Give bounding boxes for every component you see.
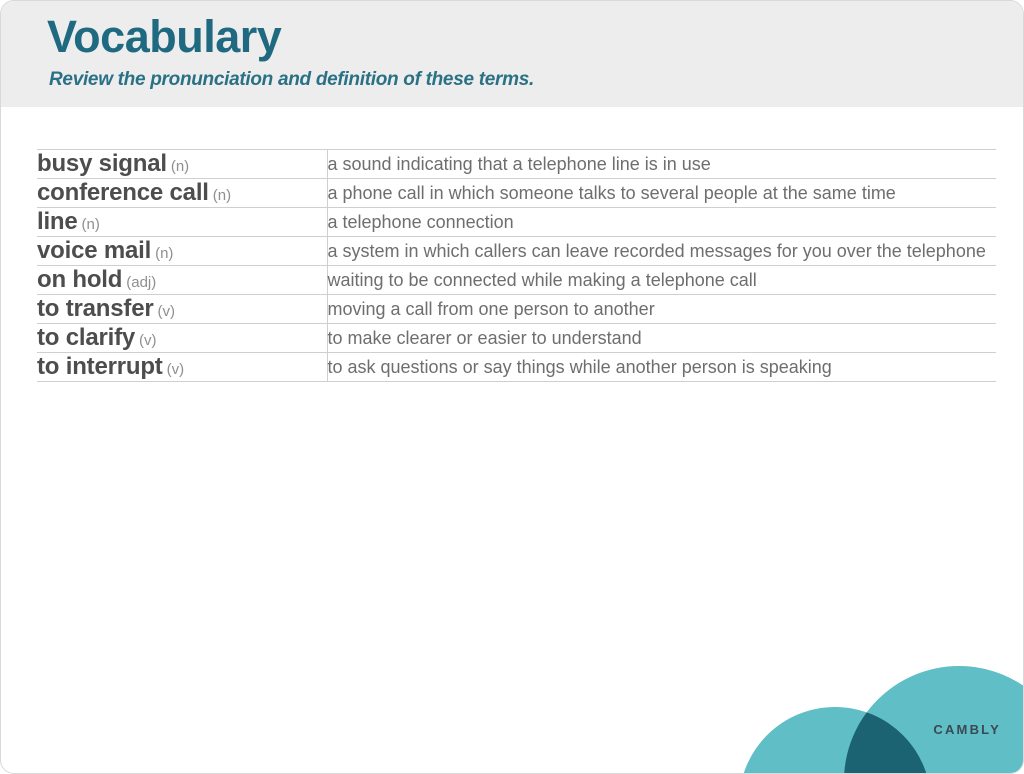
term-part-of-speech: (v) <box>157 303 176 320</box>
table-row: to clarify (v) to make clearer or easier … <box>37 323 996 353</box>
cambly-decoration <box>723 653 1023 773</box>
term-cell: line (n) <box>37 207 328 237</box>
definition-cell: a telephone connection <box>327 208 996 237</box>
term-cell: voice mail (n) <box>37 236 328 266</box>
term-cell: to transfer (v) <box>37 294 328 324</box>
definition-text: a telephone connection <box>327 211 514 232</box>
term-cell: conference call (n) <box>37 178 328 208</box>
definition-text: waiting to be connected while making a t… <box>327 269 757 290</box>
term-word: on hold <box>37 266 123 293</box>
term-part-of-speech: (adj) <box>126 274 157 291</box>
vocabulary-table: busy signal (n) a sound indicating that a… <box>37 149 996 382</box>
term-cell: on hold (adj) <box>37 265 328 295</box>
table-row: line (n) a telephone connection <box>37 207 996 237</box>
term-part-of-speech: (n) <box>170 158 190 175</box>
term-part-of-speech: (n) <box>212 187 232 204</box>
term-word: line <box>37 208 78 235</box>
definition-cell: to ask questions or say things while ano… <box>327 353 996 382</box>
term-part-of-speech: (v) <box>139 332 157 349</box>
cambly-logo-text: CAMBLY <box>933 722 1001 737</box>
definition-text: a sound indicating that a telephone line… <box>327 153 711 174</box>
definition-text: a phone call in which someone talks to s… <box>327 182 896 203</box>
table-row: on hold (adj) waiting to be connected whi… <box>37 265 996 295</box>
vocabulary-slide: Vocabulary Review the pronunciation and … <box>0 0 1024 774</box>
definition-text: moving a call from one person to another <box>327 298 655 319</box>
slide-header: Vocabulary Review the pronunciation and … <box>1 1 1023 107</box>
vocabulary-table-body: busy signal (n) a sound indicating that a… <box>37 149 996 382</box>
definition-cell: a phone call in which someone talks to s… <box>327 179 996 208</box>
term-word: busy signal <box>37 150 167 177</box>
table-row: to transfer (v) moving a call from one pe… <box>37 294 996 324</box>
table-row: voice mail (n) a system in which callers … <box>37 236 996 266</box>
definition-text: to ask questions or say things while ano… <box>327 356 832 377</box>
term-word: conference call <box>37 179 209 206</box>
definition-cell: waiting to be connected while making a t… <box>327 266 996 295</box>
definition-text: a system in which callers can leave reco… <box>327 240 986 261</box>
overlapping-circles-icon <box>743 666 1023 773</box>
definition-text: to make clearer or easier to understand <box>327 327 642 348</box>
term-word: voice mail <box>37 237 152 264</box>
term-word: to clarify <box>37 324 136 351</box>
term-word: to transfer <box>37 295 154 322</box>
term-part-of-speech: (v) <box>166 361 185 378</box>
term-cell: busy signal (n) <box>37 149 328 179</box>
definition-cell: to make clearer or easier to understand <box>327 324 996 353</box>
definition-cell: a sound indicating that a telephone line… <box>327 150 996 179</box>
term-part-of-speech: (n) <box>81 216 100 233</box>
table-row: to interrupt (v) to ask questions or say … <box>37 352 996 382</box>
term-word: to interrupt <box>37 353 163 380</box>
term-part-of-speech: (n) <box>155 245 174 262</box>
table-row: conference call (n) a phone call in which… <box>37 178 996 208</box>
page-subtitle: Review the pronunciation and definition … <box>49 69 534 90</box>
table-row: busy signal (n) a sound indicating that a… <box>37 149 996 179</box>
definition-cell: moving a call from one person to another <box>327 295 996 324</box>
definition-cell: a system in which callers can leave reco… <box>327 237 996 266</box>
term-cell: to clarify (v) <box>37 323 328 353</box>
page-title: Vocabulary <box>47 11 282 62</box>
term-cell: to interrupt (v) <box>37 352 328 382</box>
